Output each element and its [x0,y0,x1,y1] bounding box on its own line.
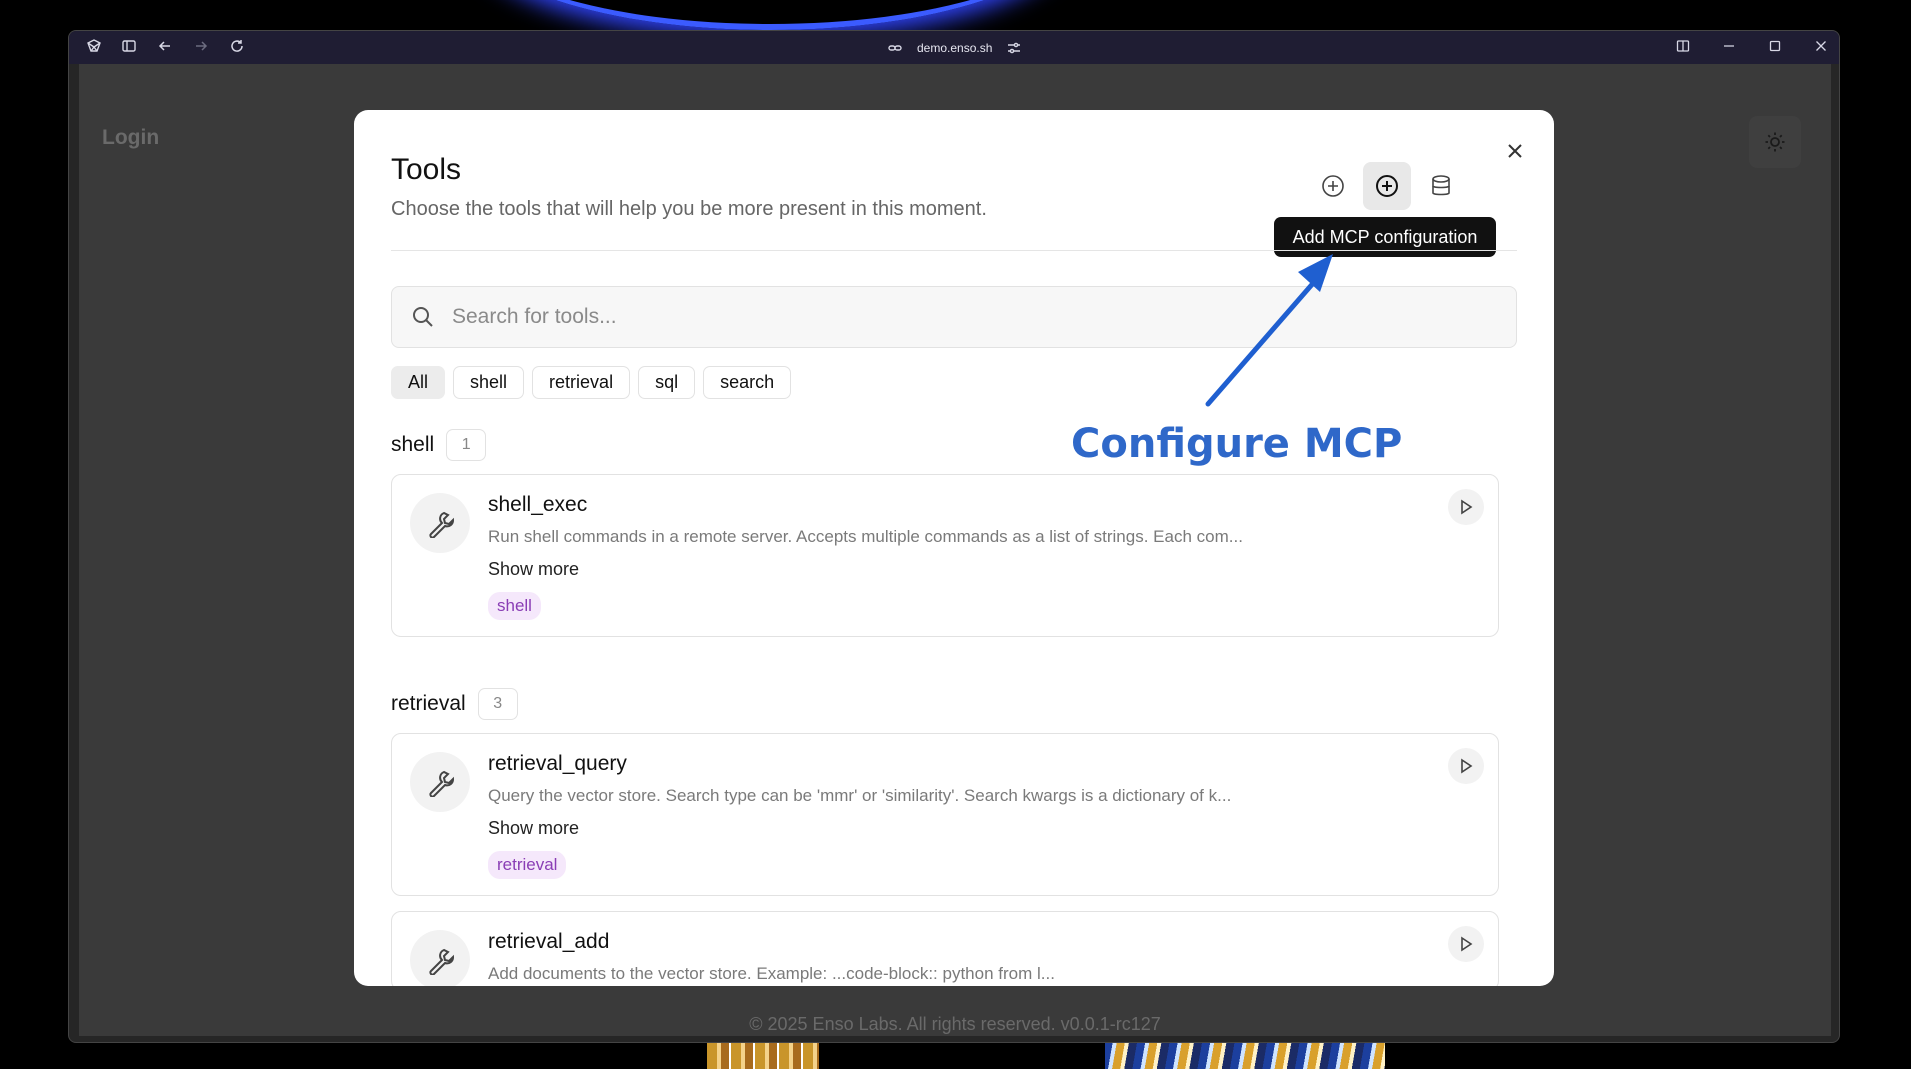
link-icon [888,45,902,51]
section-count-badge: 1 [446,429,487,461]
play-icon [1461,758,1473,774]
tool-tag: shell [488,592,541,620]
show-more-link[interactable]: Show more [488,818,1478,839]
wallpaper-stripes-left [707,1040,819,1069]
wallpaper-glow [470,0,1070,30]
tool-name: shell_exec [488,493,588,516]
tools-dialog: Tools Choose the tools that will help yo… [354,110,1554,986]
header-divider [391,250,1517,251]
filter-chip-search[interactable]: search [703,366,792,399]
filter-chip-retrieval[interactable]: retrieval [532,366,631,399]
section-title: shell [391,433,435,456]
section-count-badge: 3 [477,688,518,720]
address-bar[interactable]: demo.enso.sh [887,39,1022,57]
site-settings-icon[interactable] [1006,40,1022,56]
play-icon [1461,499,1473,515]
search-icon [413,307,433,327]
run-tool-button[interactable] [1448,489,1484,525]
sun-icon [1765,132,1785,152]
filter-chips: All shell retrieval sql search [391,366,792,399]
tool-card-shell-exec[interactable]: shell_exec Run shell commands in a remot… [391,474,1499,637]
tool-card-retrieval-add[interactable]: retrieval_add Add documents to the vecto… [391,911,1499,986]
wrench-icon [410,752,470,812]
wrench-icon [410,493,470,553]
tool-name: retrieval_add [488,930,610,953]
play-icon [1461,936,1473,952]
search-input[interactable] [452,305,1452,329]
plus-circle-icon [1376,175,1398,197]
url-text[interactable]: demo.enso.sh [917,41,992,55]
plus-circle-icon [1322,175,1344,197]
tool-name: retrieval_query [488,752,627,775]
tool-description: Run shell commands in a remote server. A… [488,527,1243,546]
filter-chip-shell[interactable]: shell [453,366,525,399]
theme-toggle-button[interactable] [1749,116,1801,168]
dialog-title: Tools [391,153,462,186]
reload-icon[interactable] [227,38,247,58]
tool-description: Add documents to the vector store. Examp… [488,964,1055,983]
add-mcp-configuration-button[interactable] [1363,162,1411,210]
wallpaper-stripes-right [1105,1040,1385,1069]
wrench-icon [410,930,470,986]
footer-copyright: © 2025 Enso Labs. All rights reserved. v… [749,1014,1161,1034]
tool-tag: retrieval [488,851,567,879]
filter-chip-sql[interactable]: sql [638,366,696,399]
run-tool-button[interactable] [1448,926,1484,962]
section-header-retrieval: retrieval 3 [391,687,1501,721]
database-icon [1432,175,1450,196]
tool-card-retrieval-query[interactable]: retrieval_query Query the vector store. … [391,733,1499,896]
add-tool-button[interactable] [1309,162,1357,210]
split-view-icon[interactable] [1673,38,1693,58]
back-icon[interactable] [155,38,175,58]
sidebar-toggle-icon[interactable] [119,38,139,58]
mcp-tooltip: Add MCP configuration [1274,217,1496,257]
close-window-icon[interactable] [1811,38,1831,58]
close-icon [1508,144,1522,158]
run-tool-button[interactable] [1448,748,1484,784]
configure-mcp-annotation: Configure MCP [1071,421,1403,467]
database-button[interactable] [1417,162,1465,210]
tool-search [391,286,1517,348]
browser-titlebar: demo.enso.sh [69,31,1839,64]
maximize-icon[interactable] [1765,38,1785,58]
close-dialog-button[interactable] [1500,136,1530,166]
filter-chip-all[interactable]: All [391,366,446,399]
minimize-icon[interactable] [1719,38,1739,58]
login-link[interactable]: Login [102,126,159,150]
header-actions [1309,162,1465,210]
forward-icon[interactable] [191,38,211,58]
section-title: retrieval [391,692,466,715]
dialog-subtitle: Choose the tools that will help you be m… [391,198,987,220]
tool-list: shell 1 shell_exec Run shell commands in… [391,428,1501,986]
tool-description: Query the vector store. Search type can … [488,786,1232,805]
browser-logo-icon[interactable] [84,38,104,58]
show-more-link[interactable]: Show more [488,559,1478,580]
